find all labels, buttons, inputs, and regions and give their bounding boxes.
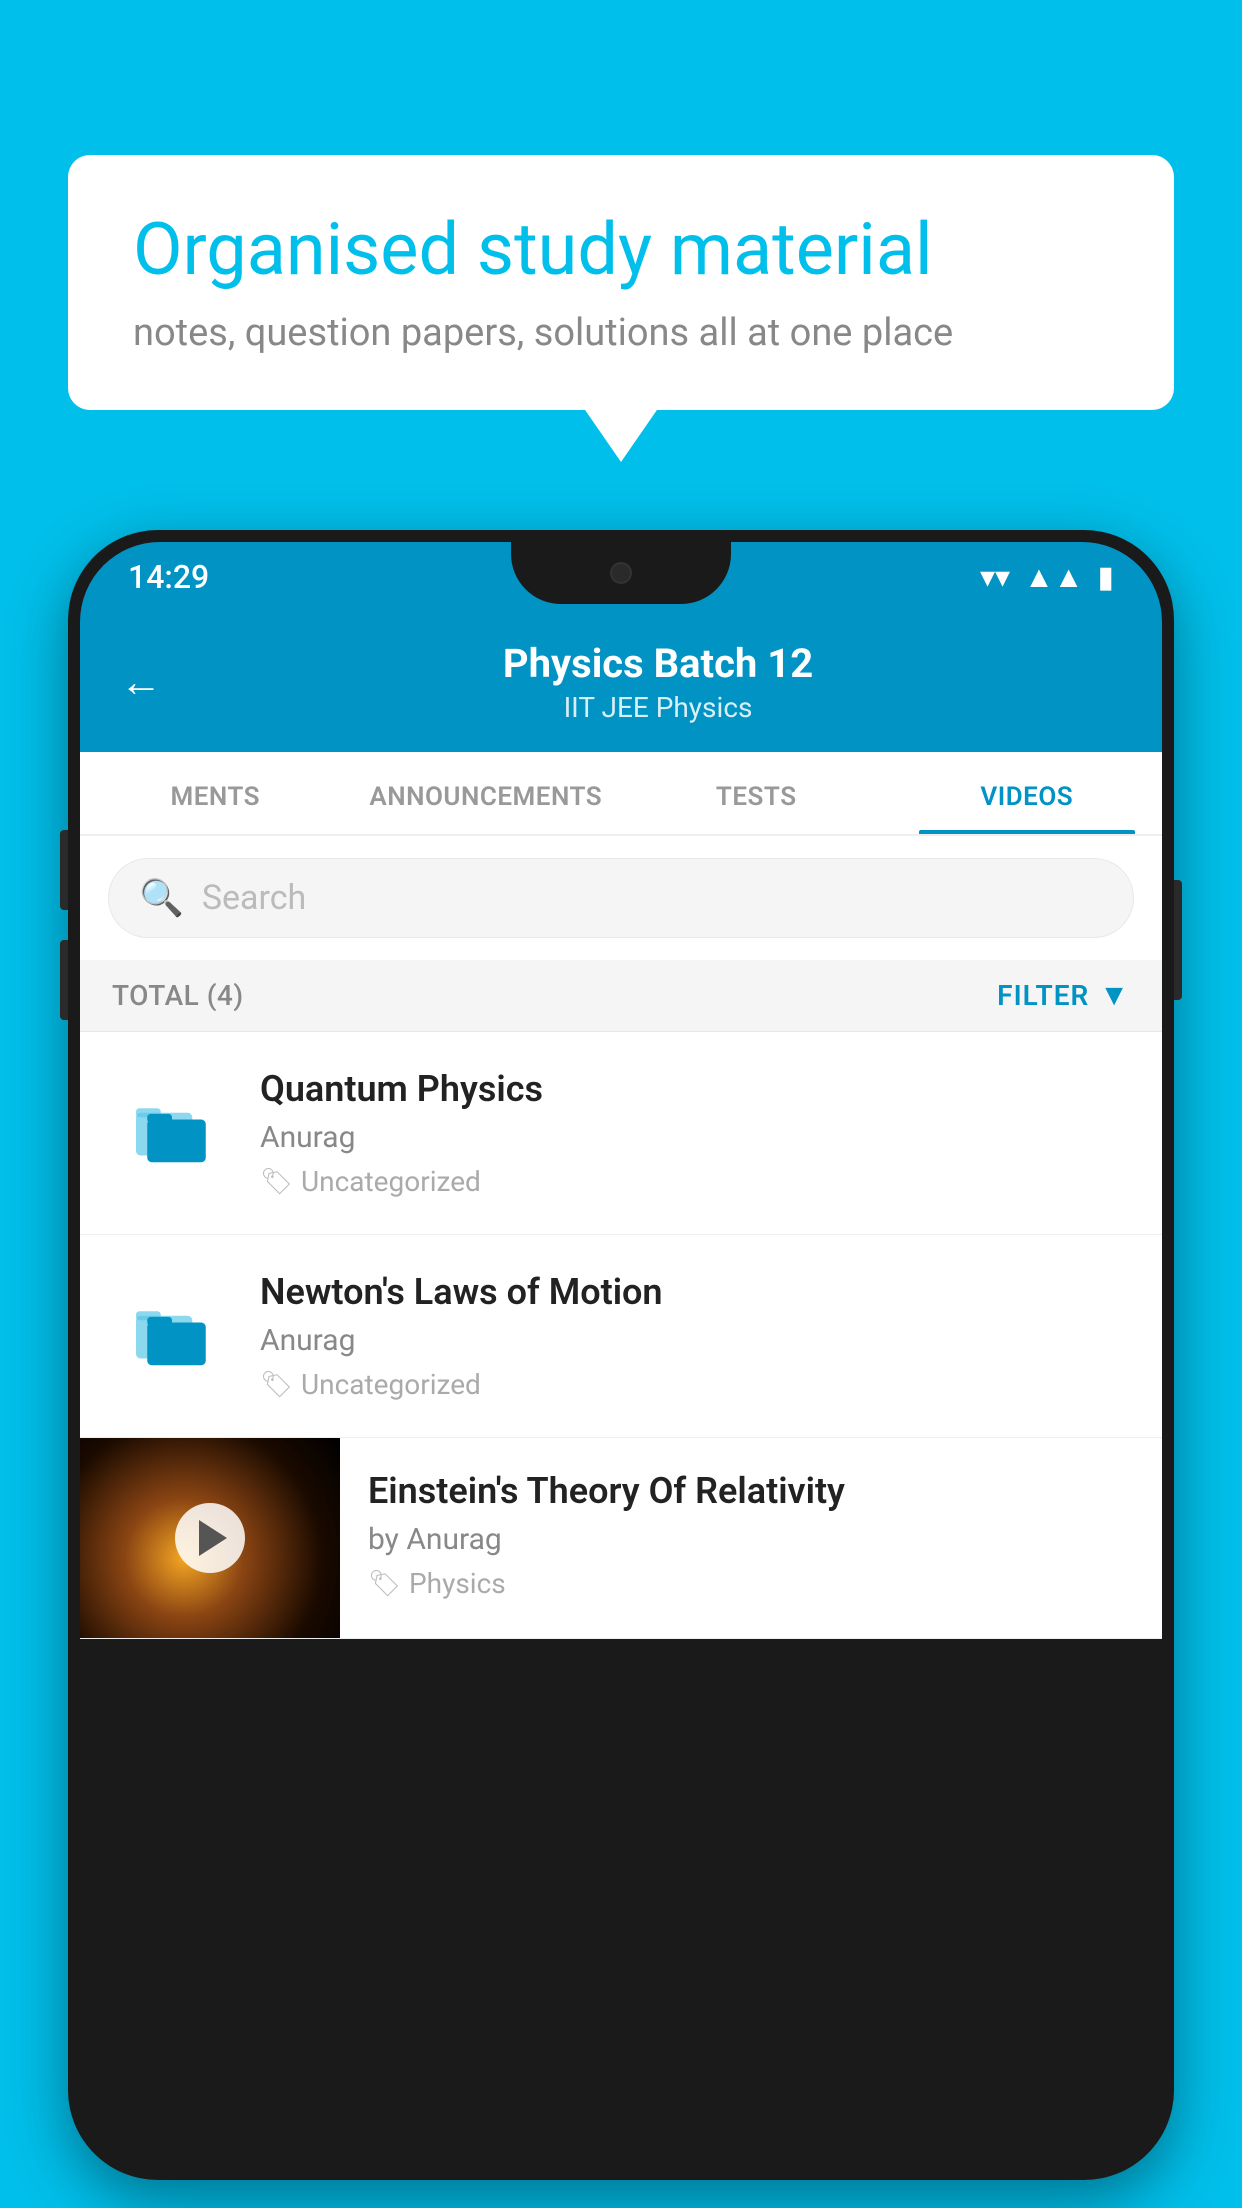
total-count-label: TOTAL (4): [112, 979, 244, 1012]
einstein-title: Einstein's Theory Of Relativity: [368, 1470, 1134, 1512]
video-tag-text-1: Uncategorized: [301, 1165, 481, 1198]
batch-title: Physics Batch 12: [194, 640, 1122, 687]
phone-screen: 14:29 ▾▾ ▲▲ ▮ ← Physics Batch 12: [80, 542, 1162, 2168]
batch-subtitle: IIT JEE Physics: [194, 691, 1122, 724]
video-item-einstein[interactable]: Einstein's Theory Of Relativity by Anura…: [80, 1438, 1162, 1639]
filter-icon: ▼: [1099, 978, 1130, 1013]
video-info-1: Quantum Physics Anurag 🏷 Uncategorized: [260, 1068, 1130, 1198]
search-bar[interactable]: 🔍 Search: [108, 858, 1134, 938]
volume-down-button: [60, 940, 68, 1020]
tab-announcements[interactable]: ANNOUNCEMENTS: [351, 752, 622, 834]
phone-outer: 14:29 ▾▾ ▲▲ ▮ ← Physics Batch 12: [68, 530, 1174, 2180]
einstein-info: Einstein's Theory Of Relativity by Anura…: [340, 1438, 1162, 1620]
video-info-2: Newton's Laws of Motion Anurag 🏷 Uncateg…: [260, 1271, 1130, 1401]
tag-icon-1: 🏷: [260, 1167, 293, 1197]
status-bar-time: 14:29: [128, 558, 209, 596]
einstein-thumbnail: [80, 1438, 340, 1638]
tab-videos[interactable]: VIDEOS: [892, 752, 1163, 834]
filter-row: TOTAL (4) FILTER ▼: [80, 960, 1162, 1032]
speech-bubble-subtitle: notes, question papers, solutions all at…: [133, 311, 1109, 355]
video-folder-icon-1: [112, 1078, 232, 1188]
video-tag-1: 🏷 Uncategorized: [260, 1165, 1130, 1198]
search-icon: 🔍: [139, 877, 184, 919]
volume-up-button: [60, 830, 68, 910]
header-title-area: Physics Batch 12 IIT JEE Physics: [194, 640, 1122, 724]
tag-icon-3: 🏷: [368, 1569, 401, 1599]
play-icon: [199, 1520, 227, 1556]
phone-container: 14:29 ▾▾ ▲▲ ▮ ← Physics Batch 12: [68, 530, 1174, 2180]
status-bar: 14:29 ▾▾ ▲▲ ▮: [80, 542, 1162, 612]
app-header: ← Physics Batch 12 IIT JEE Physics: [80, 612, 1162, 752]
search-placeholder: Search: [202, 878, 306, 918]
content-area: Quantum Physics Anurag 🏷 Uncategorized: [80, 1032, 1162, 1639]
filter-label: FILTER: [997, 979, 1089, 1012]
tab-ments[interactable]: MENTS: [80, 752, 351, 834]
power-button: [1174, 880, 1182, 1000]
search-container: 🔍 Search: [80, 836, 1162, 960]
einstein-author: by Anurag: [368, 1522, 1134, 1557]
tabs-container: MENTS ANNOUNCEMENTS TESTS VIDEOS: [80, 752, 1162, 836]
tag-icon-2: 🏷: [260, 1370, 293, 1400]
filter-button[interactable]: FILTER ▼: [997, 978, 1130, 1013]
video-tag-text-2: Uncategorized: [301, 1368, 481, 1401]
einstein-tag-text: Physics: [409, 1567, 506, 1600]
speech-bubble-title: Organised study material: [133, 210, 1109, 289]
camera: [610, 562, 632, 584]
video-folder-icon-2: [112, 1281, 232, 1391]
video-title-1: Quantum Physics: [260, 1068, 1130, 1110]
wifi-icon: ▾▾: [980, 560, 1010, 595]
speech-bubble-container: Organised study material notes, question…: [68, 155, 1174, 410]
video-title-2: Newton's Laws of Motion: [260, 1271, 1130, 1313]
tab-tests[interactable]: TESTS: [621, 752, 892, 834]
video-author-1: Anurag: [260, 1120, 1130, 1155]
battery-icon: ▮: [1097, 560, 1114, 595]
thumbnail-bg: [80, 1438, 340, 1638]
einstein-tag: 🏷 Physics: [368, 1567, 1134, 1600]
signal-icon: ▲▲: [1024, 560, 1083, 595]
back-button[interactable]: ←: [120, 658, 162, 707]
status-bar-icons: ▾▾ ▲▲ ▮: [980, 560, 1114, 595]
video-item-newtons-laws[interactable]: Newton's Laws of Motion Anurag 🏷 Uncateg…: [80, 1235, 1162, 1438]
video-tag-2: 🏷 Uncategorized: [260, 1368, 1130, 1401]
speech-bubble: Organised study material notes, question…: [68, 155, 1174, 410]
video-author-2: Anurag: [260, 1323, 1130, 1358]
notch: [511, 542, 731, 604]
play-button[interactable]: [175, 1503, 245, 1573]
video-item-quantum-physics[interactable]: Quantum Physics Anurag 🏷 Uncategorized: [80, 1032, 1162, 1235]
